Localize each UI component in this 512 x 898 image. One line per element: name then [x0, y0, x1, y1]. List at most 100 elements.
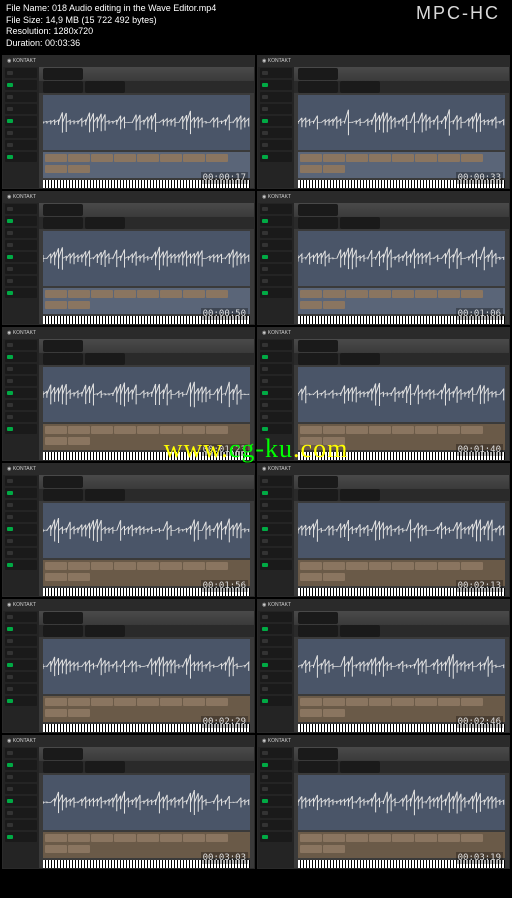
panel-button[interactable]: [346, 834, 368, 842]
track-row[interactable]: [5, 128, 37, 138]
track-row[interactable]: [260, 364, 292, 374]
panel-button[interactable]: [438, 698, 460, 706]
panel-button[interactable]: [415, 290, 437, 298]
panel-button[interactable]: [323, 437, 345, 445]
wave-editor[interactable]: [298, 775, 505, 830]
thumbnail[interactable]: ◉ KONTAKT 00:01:40: [257, 327, 510, 461]
track-row[interactable]: [5, 412, 37, 422]
track-row[interactable]: [260, 264, 292, 274]
toolbar-control[interactable]: [43, 353, 83, 365]
panel-button[interactable]: [346, 154, 368, 162]
wave-editor[interactable]: [43, 503, 250, 558]
panel-button[interactable]: [415, 154, 437, 162]
panel-button[interactable]: [415, 562, 437, 570]
panel-button[interactable]: [461, 834, 483, 842]
thumbnail[interactable]: ◉ KONTAKT 00:01:06: [257, 191, 510, 325]
panel-button[interactable]: [206, 698, 228, 706]
track-row[interactable]: [260, 536, 292, 546]
panel-button[interactable]: [300, 290, 322, 298]
panel-button[interactable]: [346, 562, 368, 570]
panel-button[interactable]: [300, 437, 322, 445]
panel-button[interactable]: [45, 165, 67, 173]
panel-button[interactable]: [323, 573, 345, 581]
track-row[interactable]: [260, 832, 292, 842]
panel-button[interactable]: [137, 562, 159, 570]
toolbar-control[interactable]: [340, 217, 380, 229]
panel-button[interactable]: [392, 562, 414, 570]
panel-button[interactable]: [183, 154, 205, 162]
track-row[interactable]: [5, 376, 37, 386]
panel-button[interactable]: [323, 709, 345, 717]
panel-button[interactable]: [114, 290, 136, 298]
panel-button[interactable]: [183, 562, 205, 570]
track-row[interactable]: [5, 672, 37, 682]
track-row[interactable]: [260, 760, 292, 770]
panel-button[interactable]: [461, 698, 483, 706]
panel-button[interactable]: [160, 698, 182, 706]
panel-button[interactable]: [91, 698, 113, 706]
track-row[interactable]: [5, 796, 37, 806]
wave-editor[interactable]: [298, 639, 505, 694]
toolbar-control[interactable]: [298, 217, 338, 229]
track-row[interactable]: [260, 548, 292, 558]
track-row[interactable]: [260, 340, 292, 350]
track-row[interactable]: [260, 352, 292, 362]
track-row[interactable]: [5, 352, 37, 362]
track-row[interactable]: [260, 92, 292, 102]
track-row[interactable]: [260, 820, 292, 830]
panel-button[interactable]: [323, 301, 345, 309]
track-row[interactable]: [260, 216, 292, 226]
wave-editor[interactable]: [298, 503, 505, 558]
panel-button[interactable]: [206, 834, 228, 842]
track-row[interactable]: [5, 548, 37, 558]
track-row[interactable]: [260, 116, 292, 126]
panel-button[interactable]: [45, 698, 67, 706]
track-row[interactable]: [5, 500, 37, 510]
panel-button[interactable]: [300, 154, 322, 162]
track-row[interactable]: [260, 68, 292, 78]
panel-button[interactable]: [160, 562, 182, 570]
panel-button[interactable]: [160, 154, 182, 162]
panel-button[interactable]: [300, 301, 322, 309]
panel-button[interactable]: [45, 573, 67, 581]
thumbnail[interactable]: ◉ KONTAKT 00:00:17: [2, 55, 255, 189]
track-row[interactable]: [5, 832, 37, 842]
toolbar-control[interactable]: [43, 761, 83, 773]
toolbar-control[interactable]: [85, 353, 125, 365]
track-row[interactable]: [5, 612, 37, 622]
panel-button[interactable]: [461, 426, 483, 434]
panel-button[interactable]: [438, 426, 460, 434]
panel-button[interactable]: [346, 698, 368, 706]
track-row[interactable]: [5, 388, 37, 398]
track-row[interactable]: [260, 784, 292, 794]
track-row[interactable]: [260, 488, 292, 498]
track-row[interactable]: [5, 80, 37, 90]
thumbnail[interactable]: ◉ KONTAKT 00:00:50: [2, 191, 255, 325]
track-row[interactable]: [5, 68, 37, 78]
panel-button[interactable]: [300, 562, 322, 570]
panel-button[interactable]: [183, 698, 205, 706]
panel-button[interactable]: [45, 845, 67, 853]
panel-button[interactable]: [369, 290, 391, 298]
track-row[interactable]: [260, 560, 292, 570]
panel-button[interactable]: [114, 698, 136, 706]
toolbar-control[interactable]: [43, 81, 83, 93]
panel-button[interactable]: [300, 709, 322, 717]
panel-button[interactable]: [300, 573, 322, 581]
panel-button[interactable]: [461, 290, 483, 298]
track-row[interactable]: [5, 116, 37, 126]
toolbar-control[interactable]: [85, 81, 125, 93]
panel-button[interactable]: [91, 562, 113, 570]
track-row[interactable]: [5, 512, 37, 522]
thumbnail[interactable]: ◉ KONTAKT 00:02:46: [257, 599, 510, 733]
thumbnail[interactable]: ◉ KONTAKT 00:02:29: [2, 599, 255, 733]
track-row[interactable]: [5, 524, 37, 534]
track-row[interactable]: [260, 772, 292, 782]
track-row[interactable]: [260, 388, 292, 398]
panel-button[interactable]: [183, 290, 205, 298]
track-row[interactable]: [5, 204, 37, 214]
track-row[interactable]: [5, 808, 37, 818]
track-row[interactable]: [5, 288, 37, 298]
track-row[interactable]: [260, 500, 292, 510]
track-row[interactable]: [5, 536, 37, 546]
